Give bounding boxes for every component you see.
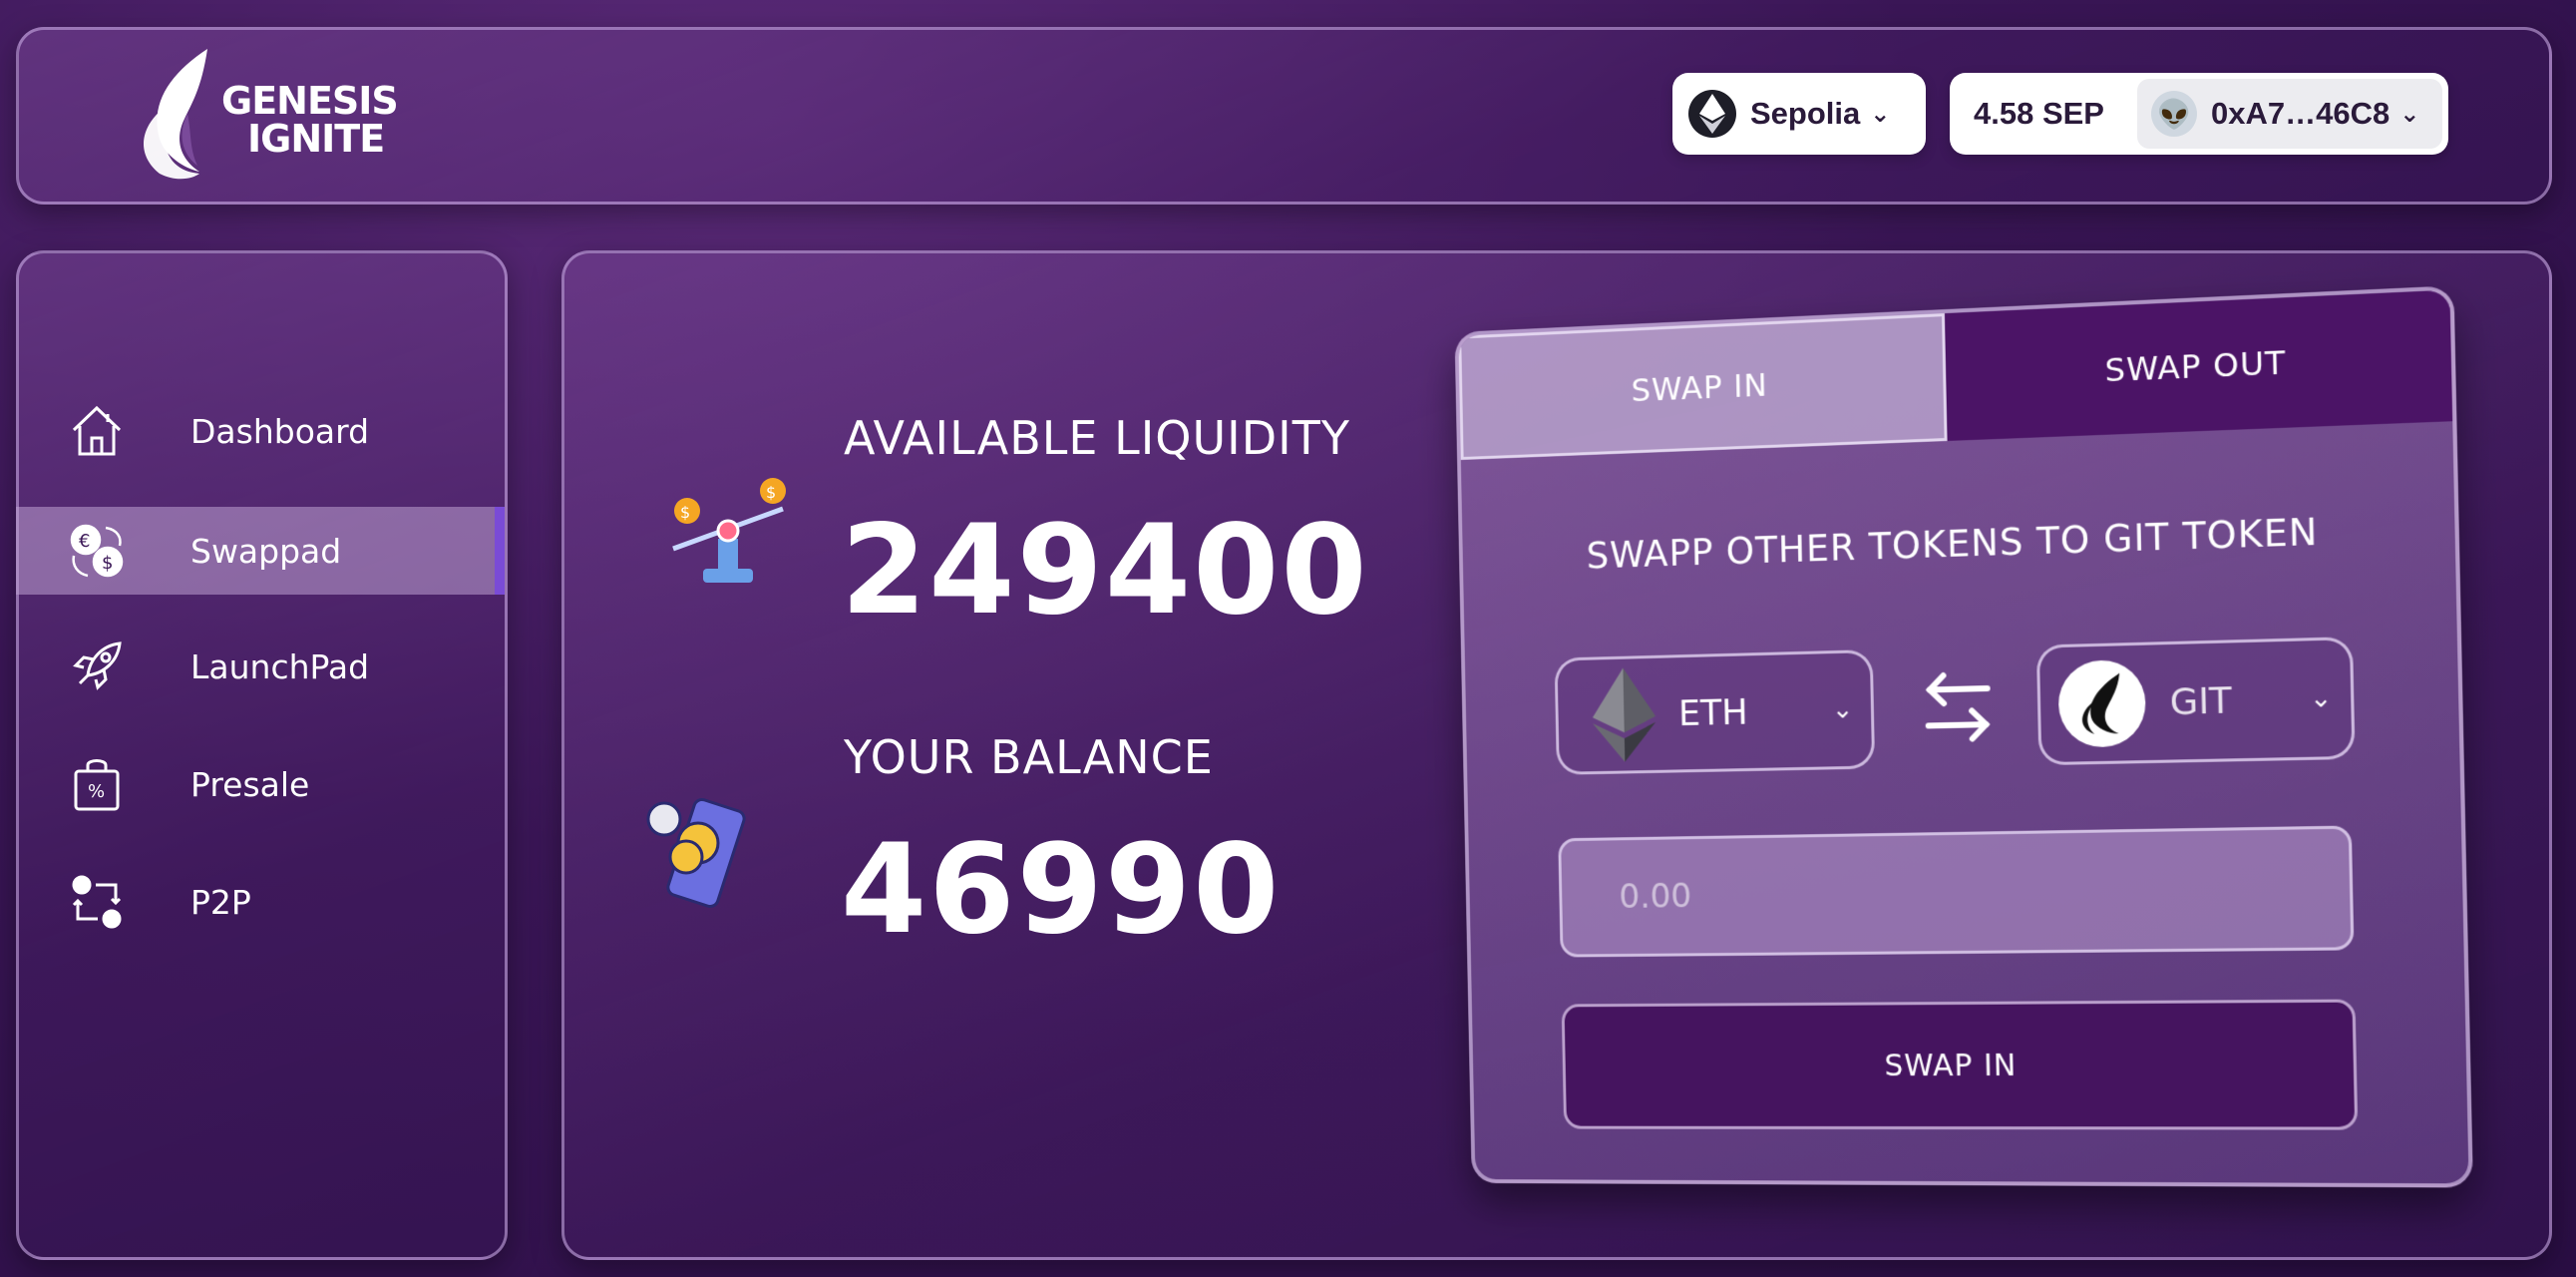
swap-in-button[interactable]: SWAP IN [1562,1000,2359,1130]
flame-wings-icon [130,44,229,184]
shopping-bag-percent-icon: % [66,753,128,815]
sidebar-item-label: Dashboard [190,412,369,451]
sidebar-item-label: P2P [190,883,251,922]
sidebar-item-presale[interactable]: % Presale [16,740,501,828]
git-token-icon [2057,659,2146,748]
sidebar-item-label: Presale [190,765,309,804]
svg-text:$: $ [680,503,690,522]
svg-text:€: € [79,531,90,552]
available-liquidity-label: AVAILABLE LIQUIDITY [844,411,1350,465]
to-token-name: GIT [2169,680,2232,723]
from-token-select[interactable]: ETH ⌄ [1555,649,1876,775]
p2p-transfer-icon [66,871,128,933]
account-button[interactable]: 4.58 SEP 👽 0xA7…46C8 ⌄ [1950,73,2448,155]
sidebar-item-dashboard[interactable]: Dashboard [16,387,501,475]
ethereum-icon [1592,667,1656,763]
to-token-select[interactable]: GIT ⌄ [2036,637,2356,765]
wallet-coins-icon [638,793,768,923]
sidebar-item-p2p[interactable]: P2P [16,858,501,946]
account-balance: 4.58 SEP [1974,96,2123,132]
logo-line-2: IGNITE [221,120,398,158]
ethereum-icon [1688,90,1736,138]
available-liquidity-value: 249400 [841,499,1369,642]
currency-exchange-icon: € $ [66,520,128,582]
sidebar-item-label: LaunchPad [190,647,369,686]
swap-card: SWAP IN SWAP OUT SWAPP OTHER TOKENS TO G… [1454,285,2472,1187]
sidebar-item-launchpad[interactable]: LaunchPad [16,623,501,710]
svg-text:$: $ [766,483,776,502]
home-icon [66,400,128,462]
sidebar-item-swappad[interactable]: € $ Swappad [16,507,501,595]
chevron-down-icon: ⌄ [2309,683,2332,714]
your-balance-value: 46990 [841,818,1281,962]
swap-direction-icon[interactable] [1918,666,1999,748]
network-name: Sepolia [1750,96,1860,132]
liquidity-scale-icon: $ $ [663,469,793,599]
chevron-down-icon: ⌄ [1870,100,1890,128]
tab-swap-out[interactable]: SWAP OUT [1945,290,2452,441]
logo-wordmark: GENESIS IGNITE [221,82,398,158]
svg-text:%: % [88,781,105,802]
from-token-name: ETH [1678,691,1748,733]
chevron-down-icon: ⌄ [2399,100,2419,128]
wallet-address: 0xA7…46C8 [2211,96,2390,132]
swap-heading: SWAPP OTHER TOKENS TO GIT TOKEN [1462,506,2455,582]
rocket-icon [66,636,128,697]
tab-swap-in[interactable]: SWAP IN [1458,313,1947,460]
chevron-down-icon: ⌄ [1832,694,1854,724]
network-selector[interactable]: Sepolia ⌄ [1672,73,1926,155]
genesis-ignite-logo[interactable]: GENESIS IGNITE [130,44,429,184]
svg-text:$: $ [102,553,113,574]
sidebar-item-label: Swappad [190,532,341,571]
alien-icon: 👽 [2151,91,2197,137]
amount-input[interactable] [1558,826,2354,958]
your-balance-label: YOUR BALANCE [844,730,1214,784]
address-box[interactable]: 👽 0xA7…46C8 ⌄ [2137,79,2442,149]
